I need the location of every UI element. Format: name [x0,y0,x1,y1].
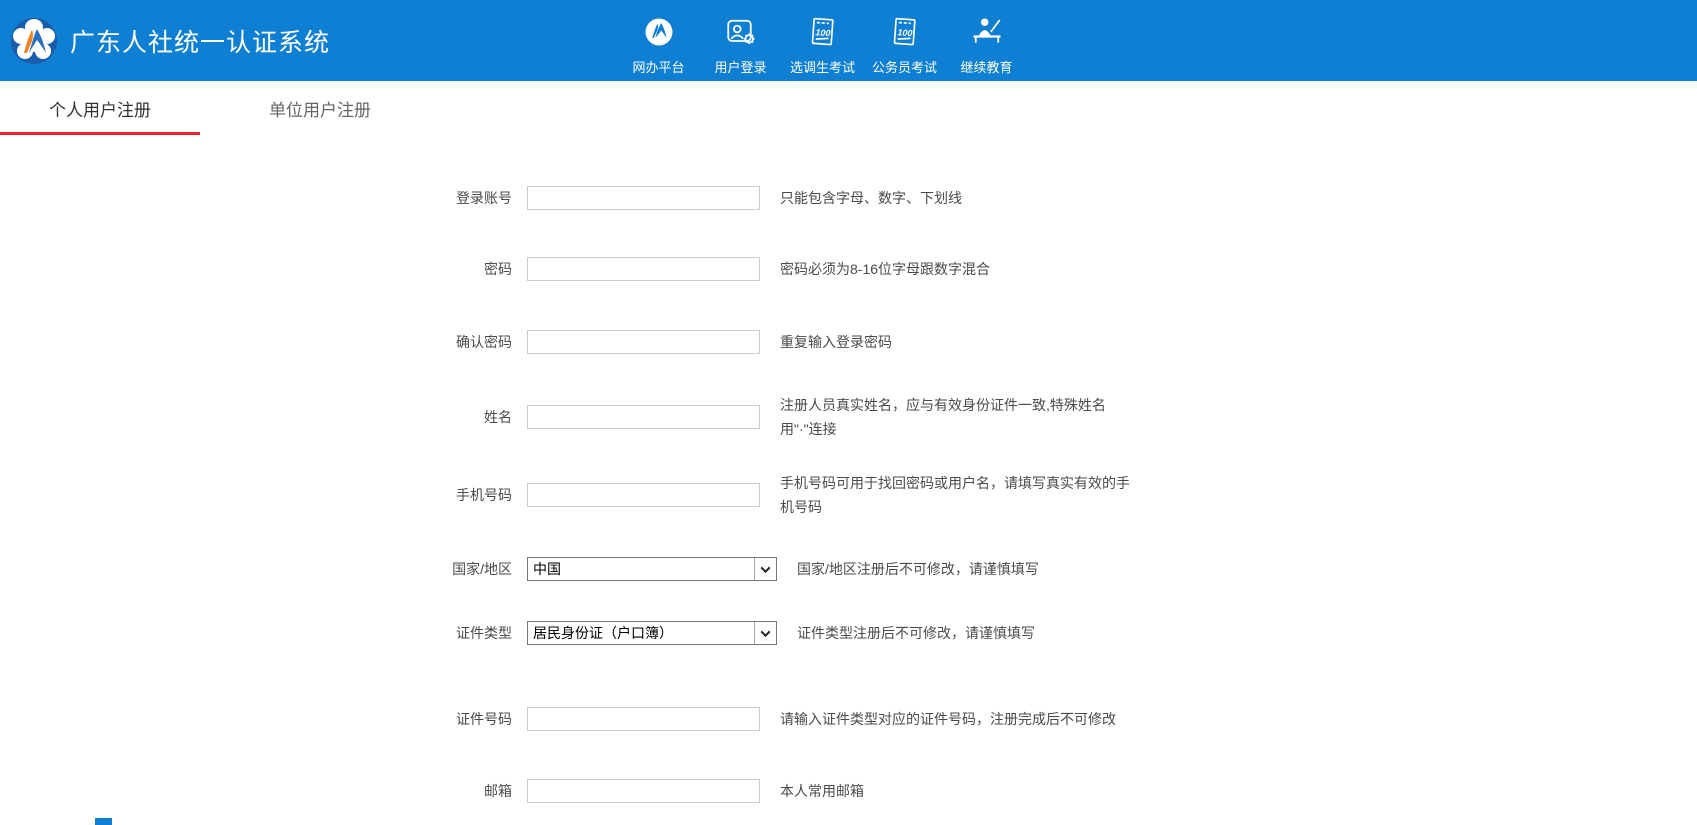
nav-item-xuandiaosheng-exam[interactable]: 100 选调生考试 [782,5,864,76]
form-row-id-type: 证件类型 居民身份证（户口簿） 证件类型注册后不可修改，请谨慎填写 [390,621,1697,645]
login-account-input[interactable] [527,186,760,210]
nav-label: 网办平台 [632,57,684,76]
mobile-number-input[interactable] [527,483,760,507]
field-hint: 只能包含字母、数字、下划线 [780,186,962,210]
field-label: 登录账号 [390,188,527,208]
field-hint: 请输入证件类型对应的证件号码，注册完成后不可修改 [780,707,1116,731]
form-row-password: 密码 密码必须为8-16位字母跟数字混合 [390,257,1697,281]
personal-registration-form: 登录账号 只能包含字母、数字、下划线 密码 密码必须为8-16位字母跟数字混合 … [0,186,1697,803]
nav-item-civil-servant-exam[interactable]: 100 公务员考试 [864,5,946,76]
platform-flower-icon [641,14,677,50]
tab-personal-registration[interactable]: 个人用户注册 [0,81,200,135]
country-select[interactable]: 中国 [527,557,777,581]
field-label: 手机号码 [390,485,527,505]
certificate-number-input[interactable] [527,707,760,731]
password-input[interactable] [527,257,760,281]
registration-tabs: 个人用户注册 单位用户注册 [0,81,1697,135]
svg-text:100: 100 [897,27,913,38]
nav-label: 公务员考试 [872,57,937,76]
field-hint: 国家/地区注册后不可修改，请谨慎填写 [797,557,1039,581]
teacher-desk-icon [969,14,1005,50]
field-label: 证件号码 [390,709,527,729]
form-row-name: 姓名 注册人员真实姓名，应与有效身份证件一致,特殊姓名 用"·"连接 [390,393,1697,441]
selected-option: 中国 [528,559,754,579]
form-row-mobile: 手机号码 手机号码可用于找回密码或用户名，请填写真实有效的手 机号码 [390,471,1697,519]
field-label: 姓名 [390,407,527,427]
nav-item-continuing-education[interactable]: 继续教育 [946,5,1028,76]
field-label: 证件类型 [390,623,527,643]
cropped-bottom-element [95,818,112,825]
chevron-down-icon [754,622,776,644]
field-hint: 重复输入登录密码 [780,330,892,354]
nav-label: 用户登录 [714,57,766,76]
field-hint: 本人常用邮箱 [780,779,864,803]
field-hint: 注册人员真实姓名，应与有效身份证件一致,特殊姓名 用"·"连接 [780,393,1106,441]
certificate-type-select[interactable]: 居民身份证（户口簿） [527,621,777,645]
exam-paper-100-icon: 100 [805,14,841,50]
form-row-login-account: 登录账号 只能包含字母、数字、下划线 [390,186,1697,210]
chevron-down-icon [754,558,776,580]
field-label: 邮箱 [390,781,527,801]
nav-label: 继续教育 [960,57,1012,76]
tab-label: 个人用户注册 [49,96,151,121]
nav-label: 选调生考试 [790,57,855,76]
field-label: 确认密码 [390,332,527,352]
brand[interactable]: 广东人社统一认证系统 [10,0,330,81]
top-navigation: 网办平台 用户登录 10 [618,5,1028,76]
nav-item-user-login[interactable]: 用户登录 [700,5,782,76]
field-label: 密码 [390,259,527,279]
confirm-password-input[interactable] [527,330,760,354]
field-hint: 密码必须为8-16位字母跟数字混合 [780,257,990,281]
field-hint: 证件类型注册后不可修改，请谨慎填写 [797,621,1035,645]
email-input[interactable] [527,779,760,803]
exam-paper-100-icon: 100 [887,14,923,50]
active-tab-underline [0,132,200,135]
real-name-input[interactable] [527,405,760,429]
form-row-country: 国家/地区 中国 国家/地区注册后不可修改，请谨慎填写 [390,557,1697,581]
tab-label: 单位用户注册 [269,96,371,121]
site-logo-icon [10,17,58,65]
form-row-id-number: 证件号码 请输入证件类型对应的证件号码，注册完成后不可修改 [390,707,1697,731]
field-hint: 手机号码可用于找回密码或用户名，请填写真实有效的手 机号码 [780,471,1130,519]
field-label: 国家/地区 [390,559,527,579]
svg-text:100: 100 [815,27,831,38]
page-title: 广东人社统一认证系统 [70,23,330,59]
form-row-confirm-password: 确认密码 重复输入登录密码 [390,330,1697,354]
form-row-email: 邮箱 本人常用邮箱 [390,779,1697,803]
user-gear-icon [723,14,759,50]
header: 广东人社统一认证系统 网办平台 [0,0,1697,81]
selected-option: 居民身份证（户口簿） [528,623,754,643]
tab-unit-registration[interactable]: 单位用户注册 [220,81,420,135]
nav-item-platform[interactable]: 网办平台 [618,5,700,76]
